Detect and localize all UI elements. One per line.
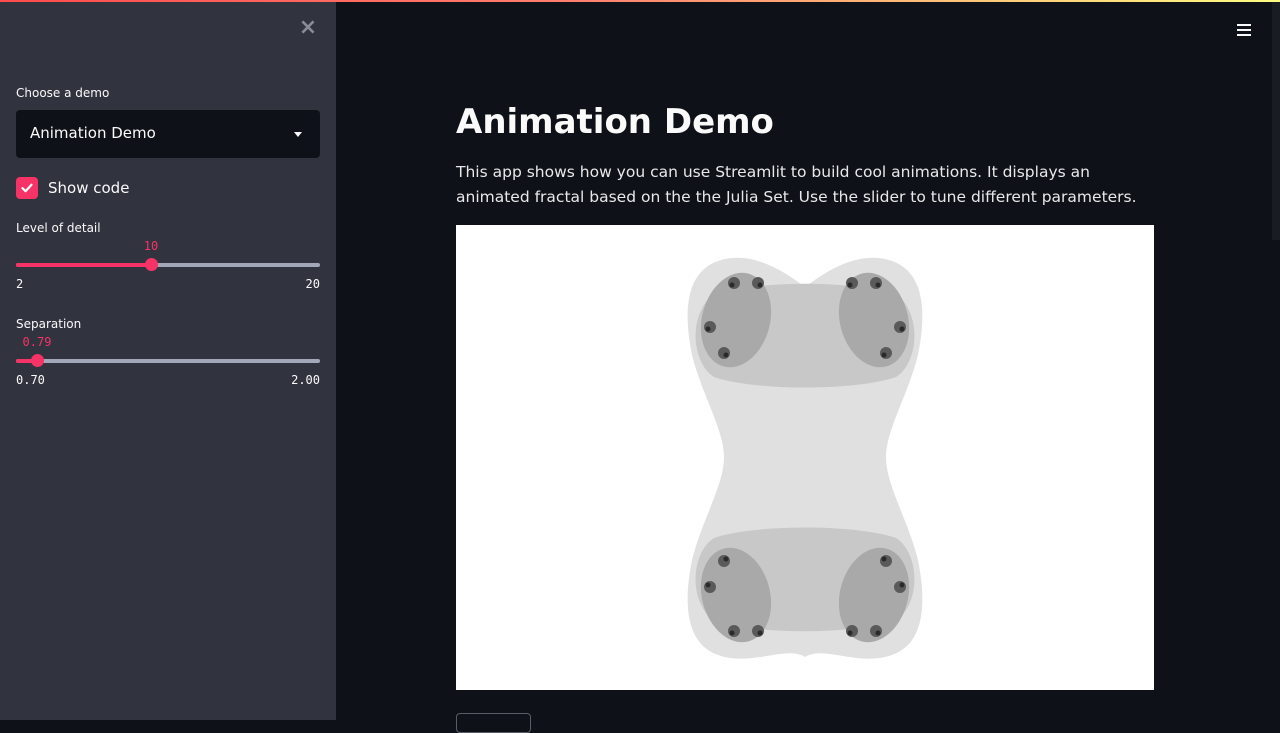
chevron-down-icon [294,132,302,137]
checkbox-checked[interactable] [16,177,38,199]
show-code-checkbox[interactable]: Show code [16,176,129,200]
check-icon [21,183,33,193]
separation-label: Separation [16,317,82,331]
hamburger-menu-icon[interactable] [1236,21,1252,37]
demo-select-label: Choose a demo [16,86,110,100]
close-icon[interactable]: × [298,17,318,39]
partial-button[interactable] [456,713,531,733]
scrollbar[interactable] [1272,0,1280,240]
show-code-label: Show code [48,179,130,197]
slider-min-value: 2 [16,277,24,291]
slider-thumb[interactable] [144,258,158,271]
sidebar: × Choose a demo Animation Demo Show code… [0,0,336,720]
level-of-detail-label: Level of detail [16,221,101,235]
demo-select[interactable]: Animation Demo [16,110,320,158]
top-decoration-stripe [0,0,1280,2]
julia-set-fractal [687,257,923,659]
separation-slider[interactable]: 0.79 [16,335,320,367]
slider-fill [16,263,151,267]
page-title: Animation Demo [456,102,774,142]
level-of-detail-slider[interactable]: 10 [16,239,320,271]
slider-current-value: 10 [143,239,159,253]
fractal-image [456,225,1154,690]
slider-thumb[interactable] [30,354,44,367]
slider-max-value: 2.00 [291,373,320,387]
slider-max-value: 20 [305,277,320,291]
page-description: This app shows how you can use Streamlit… [456,163,1137,206]
slider-current-value: 0.79 [22,335,52,349]
slider-min-value: 0.70 [16,373,45,387]
demo-select-value: Animation Demo [30,124,156,142]
